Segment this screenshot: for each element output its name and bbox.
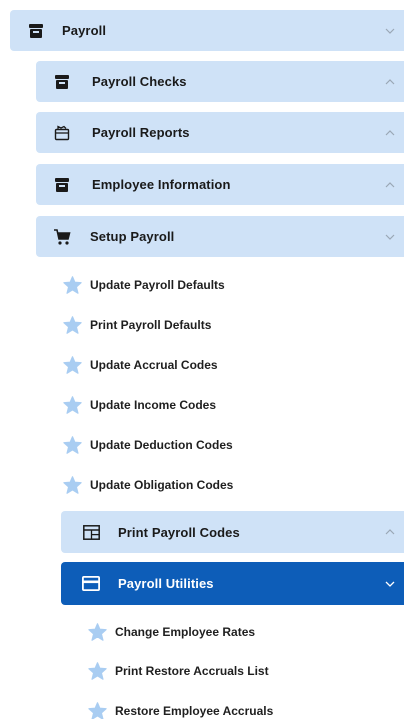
list-item-change-employee-rates[interactable]: Change Employee Rates bbox=[87, 620, 255, 644]
list-item-label: Print Payroll Defaults bbox=[90, 318, 212, 332]
star-icon bbox=[62, 395, 82, 415]
chevron-up-icon bbox=[384, 526, 396, 538]
list-item-label: Update Deduction Codes bbox=[90, 438, 233, 452]
list-item-label: Print Restore Accruals List bbox=[115, 664, 269, 678]
archive-icon bbox=[52, 72, 72, 92]
list-item-update-obligation-codes[interactable]: Update Obligation Codes bbox=[62, 473, 233, 497]
menu-item-label: Employee Information bbox=[92, 177, 231, 192]
table-icon bbox=[81, 522, 101, 542]
cart-icon bbox=[52, 227, 72, 247]
list-item-label: Update Income Codes bbox=[90, 398, 217, 412]
chevron-up-icon bbox=[384, 76, 396, 88]
star-icon bbox=[87, 701, 107, 719]
chevron-up-icon bbox=[384, 179, 396, 191]
menu-item-label: Setup Payroll bbox=[90, 229, 175, 244]
menu-item-print-payroll-codes[interactable]: Print Payroll Codes bbox=[61, 511, 404, 553]
menu-item-setup-payroll[interactable]: Setup Payroll bbox=[36, 216, 404, 257]
list-item-update-deduction-codes[interactable]: Update Deduction Codes bbox=[62, 433, 233, 457]
star-icon bbox=[62, 355, 82, 375]
menu-item-label: Payroll Utilities bbox=[118, 576, 214, 591]
list-item-label: Restore Employee Accruals bbox=[115, 704, 274, 718]
card-icon bbox=[81, 574, 101, 594]
list-item-update-payroll-defaults[interactable]: Update Payroll Defaults bbox=[62, 273, 225, 297]
menu-item-label: Payroll bbox=[62, 23, 107, 38]
list-item-label: Update Accrual Codes bbox=[90, 358, 218, 372]
chevron-down-icon bbox=[384, 231, 396, 243]
list-item-print-restore-accruals-list[interactable]: Print Restore Accruals List bbox=[87, 659, 269, 683]
chevron-down-icon bbox=[384, 25, 396, 37]
list-item-update-income-codes[interactable]: Update Income Codes bbox=[62, 393, 216, 417]
chevron-down-icon bbox=[384, 578, 396, 590]
star-icon bbox=[62, 315, 82, 335]
list-item-restore-employee-accruals[interactable]: Restore Employee Accruals bbox=[87, 699, 273, 719]
list-item-print-payroll-defaults[interactable]: Print Payroll Defaults bbox=[62, 313, 211, 337]
menu-item-employee-information[interactable]: Employee Information bbox=[36, 164, 404, 205]
list-item-update-accrual-codes[interactable]: Update Accrual Codes bbox=[62, 353, 218, 377]
menu-item-label: Payroll Checks bbox=[92, 74, 187, 89]
menu-item-label: Payroll Reports bbox=[92, 125, 190, 140]
list-item-label: Change Employee Rates bbox=[115, 625, 256, 639]
star-icon bbox=[62, 435, 82, 455]
menu-item-payroll-checks[interactable]: Payroll Checks bbox=[36, 61, 404, 102]
chevron-up-icon bbox=[384, 127, 396, 139]
archive-icon bbox=[26, 21, 46, 41]
menu-item-payroll[interactable]: Payroll bbox=[10, 10, 404, 51]
list-item-label: Update Payroll Defaults bbox=[90, 278, 225, 292]
star-icon bbox=[62, 275, 82, 295]
report-icon bbox=[52, 123, 72, 143]
star-icon bbox=[87, 622, 107, 642]
list-item-label: Update Obligation Codes bbox=[90, 478, 234, 492]
menu-item-payroll-utilities[interactable]: Payroll Utilities bbox=[61, 562, 404, 605]
archive-icon bbox=[52, 175, 72, 195]
menu-item-payroll-reports[interactable]: Payroll Reports bbox=[36, 112, 404, 153]
menu-item-label: Print Payroll Codes bbox=[118, 524, 240, 540]
star-icon bbox=[62, 475, 82, 495]
star-icon bbox=[87, 661, 107, 681]
